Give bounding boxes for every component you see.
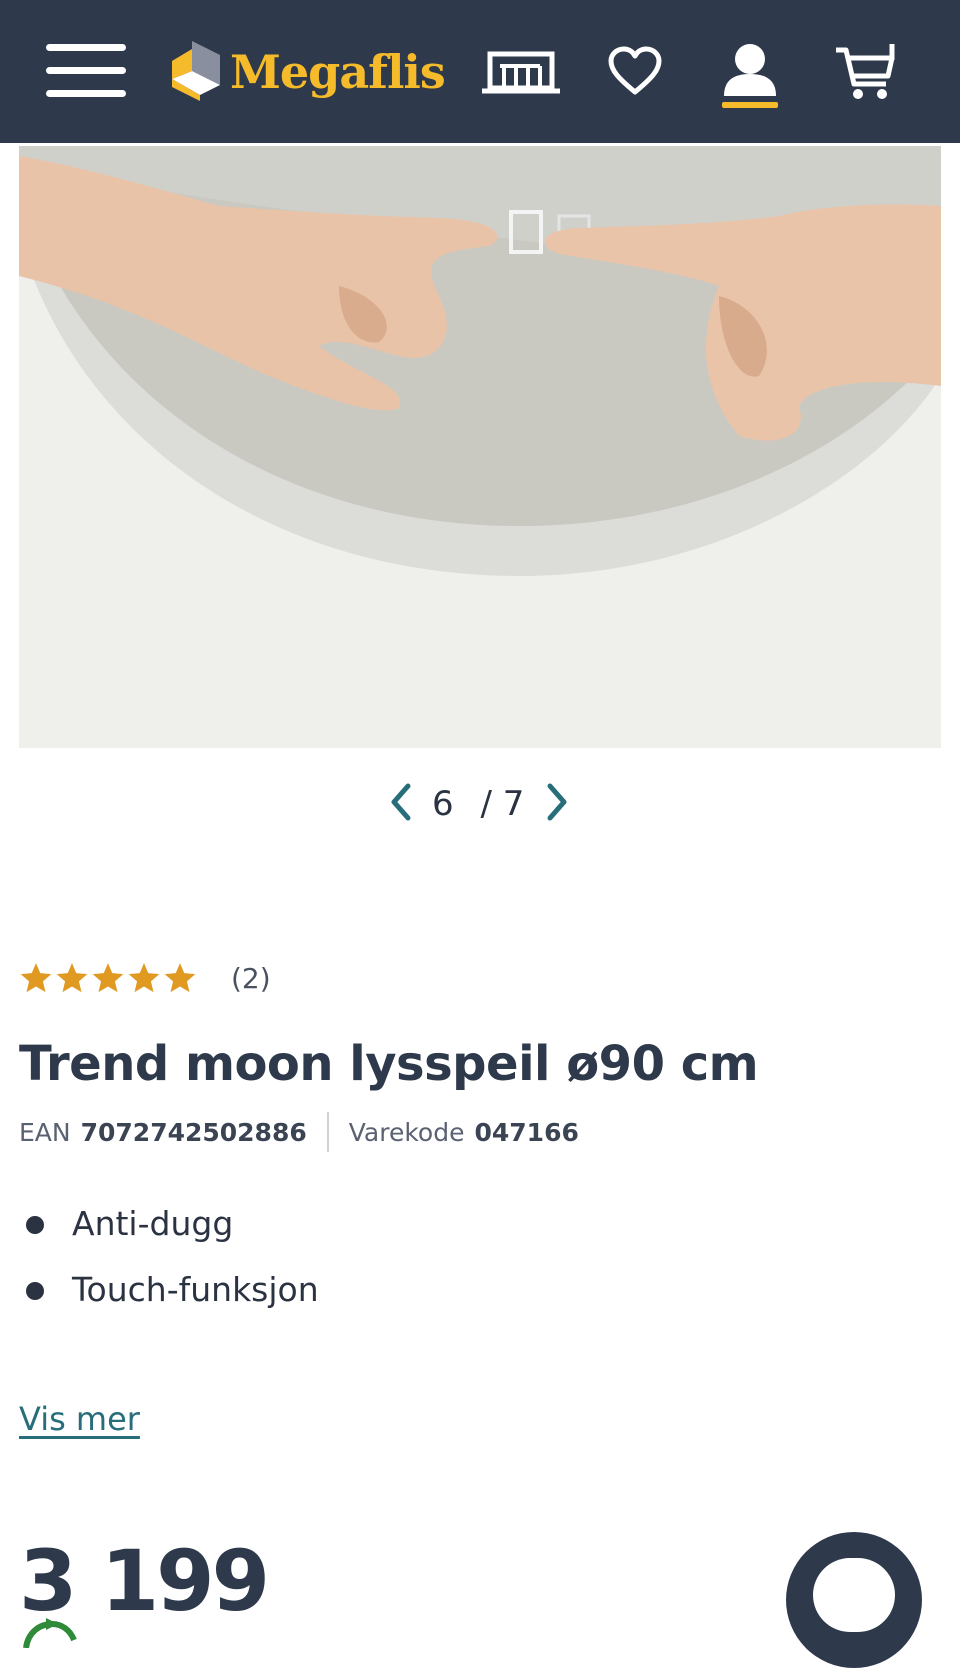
store-icon[interactable] [482,50,560,96]
megaflis-logo-icon [172,41,220,101]
megaflis-logo[interactable]: Megaflis [170,34,446,110]
star-icon [92,963,124,993]
chat-bubble-icon [813,1558,895,1632]
divider [326,1112,329,1152]
chevron-left-icon[interactable] [388,782,414,826]
heart-icon[interactable] [608,46,662,96]
logo-text: Megaflis [230,45,446,99]
menu-line [46,67,126,74]
product-title: Trend moon lysspeil ø90 cm [19,1036,759,1092]
star-icon [20,963,52,993]
star-icon [164,963,196,993]
code-label: Varekode [348,1117,465,1147]
ean-value: 7072742502886 [80,1117,307,1147]
menu-line [46,44,126,51]
gallery-pager: 6 / 7 [0,776,960,832]
user-active-indicator [722,102,778,108]
show-more-link[interactable]: Vis mer [19,1400,140,1438]
ean-label: EAN [19,1117,71,1147]
mirror-touch-photo [19,146,941,748]
star-icon [128,963,160,993]
gallery-total: / 7 [480,784,525,824]
chat-button[interactable] [786,1532,922,1668]
gallery-counter: 6 / 7 [432,784,524,824]
product-codes: EAN 7072742502886 Varekode 047166 [19,1112,579,1152]
rating-stars[interactable] [19,961,197,995]
star-icon [56,963,88,993]
feature-item: Anti-dugg [22,1196,319,1262]
feature-item: Touch-funksjon [22,1262,319,1328]
product-rating: (2) [19,958,271,998]
eco-icon [20,1618,80,1652]
product-image[interactable] [19,146,941,748]
top-header: Megaflis [0,0,960,143]
code-value: 047166 [474,1117,579,1147]
menu-line [46,90,126,97]
product-price: 3 199 [19,1532,270,1630]
feature-list: Anti-dugg Touch-funksjon [22,1196,319,1328]
chevron-right-icon[interactable] [544,782,570,826]
menu-icon[interactable] [46,42,126,102]
gallery-current: 6 [432,784,454,824]
cart-icon[interactable] [834,40,896,102]
user-icon[interactable] [722,42,778,98]
review-count[interactable]: (2) [231,962,271,995]
